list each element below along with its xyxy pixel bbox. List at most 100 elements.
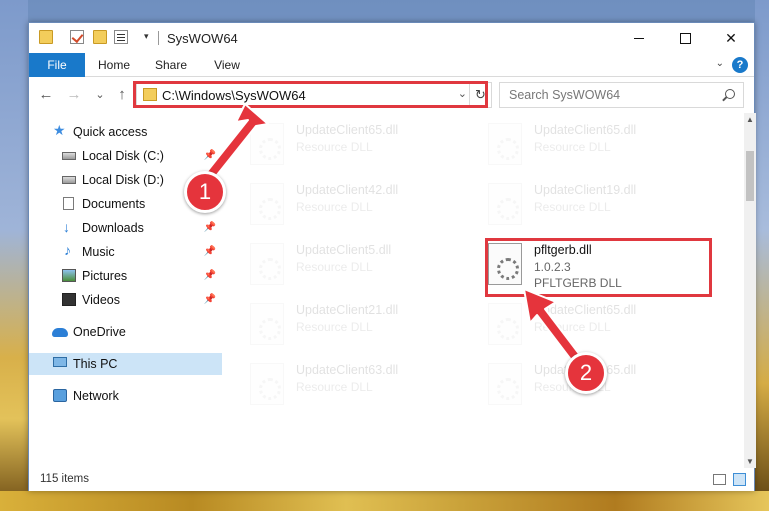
this-pc-icon	[53, 357, 67, 367]
tab-share[interactable]: Share	[147, 53, 195, 77]
nav-item-label: Local Disk (C:)	[82, 149, 164, 163]
help-button[interactable]: ?	[732, 57, 748, 73]
nav-item-quick-access[interactable]: ★ Quick access	[29, 121, 222, 143]
pin-icon: 📌	[203, 222, 216, 233]
recent-locations-button[interactable]: ⌄	[91, 88, 109, 101]
star-icon: ★	[53, 122, 66, 138]
search-input[interactable]: Search SysWOW64	[499, 82, 744, 108]
nav-item-videos[interactable]: Videos 📌	[29, 289, 222, 311]
nav-item-label: Downloads	[82, 221, 144, 235]
nav-item-label: Documents	[82, 197, 146, 211]
nav-item-onedrive[interactable]: OneDrive	[29, 321, 222, 343]
new-folder-icon[interactable]	[93, 30, 107, 44]
back-button[interactable]: ←	[37, 86, 55, 103]
nav-item-label: Videos	[82, 293, 120, 307]
pin-icon: 📌	[203, 270, 216, 281]
forward-button[interactable]: →	[65, 86, 83, 103]
document-icon	[63, 197, 74, 210]
nav-item-local-disk-c[interactable]: Local Disk (C:) 📌	[29, 145, 222, 167]
maximize-button[interactable]	[662, 23, 708, 53]
file-name: UpdateClient5.dll	[296, 243, 392, 257]
navigation-pane: ★ Quick access Local Disk (C:) 📌 Local D…	[29, 113, 224, 468]
file-type: Resource DLL	[296, 320, 373, 334]
nav-item-label: OneDrive	[73, 325, 126, 339]
nav-item-label: Quick access	[73, 125, 148, 139]
pin-icon: 📌	[203, 246, 216, 257]
step-2-badge: 2	[565, 352, 607, 394]
nav-item-downloads[interactable]: ↓ Downloads 📌	[29, 217, 222, 239]
file-highlight	[485, 238, 712, 297]
file-type: Resource DLL	[534, 200, 611, 214]
network-icon	[53, 389, 67, 402]
drive-icon	[62, 176, 76, 184]
dll-file-icon	[250, 183, 284, 225]
step-1-badge: 1	[184, 171, 226, 213]
nav-item-music[interactable]: ♪ Music 📌	[29, 241, 222, 263]
nav-item-this-pc[interactable]: This PC	[29, 353, 222, 375]
title-bar: ▾ SysWOW64 ✕	[29, 23, 754, 53]
title-separator	[158, 31, 159, 45]
download-icon: ↓	[63, 219, 70, 235]
file-item[interactable]: UpdateClient19.dll Resource DLL	[462, 175, 692, 235]
minimize-button[interactable]	[616, 23, 662, 53]
dll-file-icon	[488, 303, 522, 345]
file-type: Resource DLL	[296, 380, 373, 394]
search-icon[interactable]	[725, 89, 735, 99]
customize-icon[interactable]	[114, 30, 128, 44]
quick-access-toolbar-dropdown[interactable]: ▾	[144, 31, 149, 42]
desktop-background-bottom	[0, 491, 769, 511]
drive-icon	[62, 152, 76, 160]
file-type: Resource DLL	[296, 200, 373, 214]
file-type: Resource DLL	[534, 140, 611, 154]
folder-icon	[39, 30, 53, 44]
music-icon: ♪	[64, 242, 71, 258]
file-name: UpdateClient42.dll	[296, 183, 399, 197]
expand-ribbon-icon[interactable]: ⌄	[716, 58, 724, 69]
dll-file-icon	[488, 363, 522, 405]
file-item[interactable]: UpdateClient65.dll Resource DLL	[462, 115, 692, 175]
dll-file-icon	[250, 303, 284, 345]
scroll-down-icon[interactable]: ▼	[744, 457, 756, 466]
file-name: UpdateClient65.dll	[296, 123, 399, 137]
file-name: UpdateClient65.dll	[534, 303, 637, 317]
pictures-icon	[62, 269, 76, 282]
pin-icon: 📌	[203, 294, 216, 305]
nav-item-label: This PC	[73, 357, 118, 371]
window-title: SysWOW64	[167, 31, 238, 46]
file-item[interactable]: UpdateClient63.dll Resource DLL	[224, 355, 454, 415]
nav-item-label: Network	[73, 389, 119, 403]
vertical-scrollbar[interactable]: ▲ ▼	[744, 113, 756, 468]
up-button[interactable]: ↑	[113, 86, 131, 103]
tab-view[interactable]: View	[205, 53, 249, 77]
status-bar: 115 items	[29, 468, 754, 491]
file-name: UpdateClient21.dll	[296, 303, 399, 317]
file-item[interactable]: UpdateClient21.dll Resource DLL	[224, 295, 454, 355]
item-count: 115 items	[40, 473, 90, 485]
large-icons-view-icon[interactable]	[733, 473, 746, 486]
file-name: UpdateClient65.dll	[534, 123, 637, 137]
file-item[interactable]: UpdateClient5.dll Resource DLL	[224, 235, 454, 295]
file-name: UpdateClient19.dll	[534, 183, 637, 197]
search-placeholder: Search SysWOW64	[509, 88, 621, 102]
videos-icon	[62, 293, 76, 306]
tab-file[interactable]: File	[29, 53, 85, 77]
properties-check-icon[interactable]	[70, 30, 84, 44]
close-button[interactable]: ✕	[708, 23, 754, 53]
pin-icon: 📌	[203, 150, 216, 161]
nav-item-network[interactable]: Network	[29, 385, 222, 407]
nav-item-label: Music	[82, 245, 115, 259]
details-view-icon[interactable]	[713, 474, 726, 485]
tab-home[interactable]: Home	[89, 53, 139, 77]
file-item[interactable]: UpdateClient42.dll Resource DLL	[224, 175, 454, 235]
file-type: Resource DLL	[296, 140, 373, 154]
dll-file-icon	[488, 183, 522, 225]
dll-file-icon	[250, 363, 284, 405]
file-item[interactable]: UpdateClient65.dll Resource DLL	[224, 115, 454, 175]
file-type: Resource DLL	[534, 320, 611, 334]
file-item[interactable]: UpdateClient65.dll Resource DLL	[462, 295, 692, 355]
scroll-thumb[interactable]	[746, 151, 754, 201]
onedrive-icon	[52, 328, 68, 337]
desktop-background-left	[0, 0, 28, 511]
nav-item-pictures[interactable]: Pictures 📌	[29, 265, 222, 287]
scroll-up-icon[interactable]: ▲	[744, 115, 756, 124]
